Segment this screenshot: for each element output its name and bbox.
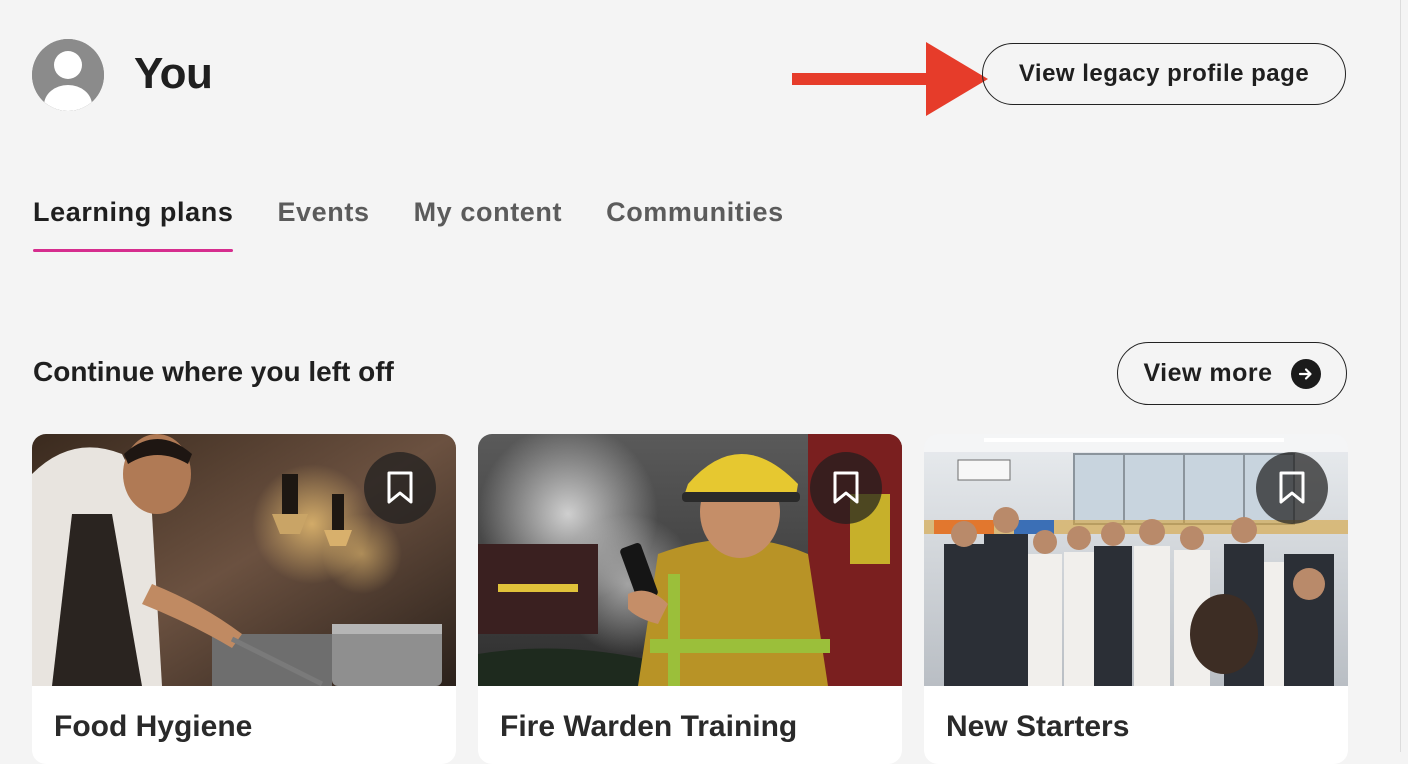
card-title: Fire Warden Training — [500, 710, 798, 743]
red-arrow-annotation-icon — [792, 42, 988, 116]
course-card-new-starters[interactable]: New Starters — [924, 434, 1348, 764]
page-title: You — [134, 49, 213, 98]
bookmark-icon[interactable] — [1256, 452, 1328, 524]
card-title: New Starters — [946, 710, 1130, 743]
profile-tabs: Learning plans Events My content Communi… — [33, 194, 828, 252]
view-more-button[interactable]: View more — [1117, 342, 1347, 405]
tab-my-content[interactable]: My content — [414, 194, 563, 252]
bookmark-icon[interactable] — [364, 452, 436, 524]
card-image-fire-warden — [478, 434, 902, 686]
course-card-food-hygiene[interactable]: Food Hygiene — [32, 434, 456, 764]
card-title: Food Hygiene — [54, 710, 253, 743]
section-title: Continue where you left off — [33, 356, 394, 387]
view-more-label: View more — [1143, 359, 1273, 387]
page-right-border — [1400, 0, 1401, 752]
bookmark-icon[interactable] — [810, 452, 882, 524]
tab-communities[interactable]: Communities — [606, 194, 784, 252]
card-image-chef — [32, 434, 456, 686]
tab-events[interactable]: Events — [277, 194, 369, 252]
view-legacy-profile-button[interactable]: View legacy profile page — [982, 43, 1346, 105]
tab-learning-plans[interactable]: Learning plans — [33, 194, 234, 252]
course-card-fire-warden-training[interactable]: Fire Warden Training — [478, 434, 902, 764]
arrow-right-circle-icon — [1290, 358, 1321, 389]
card-image-office-team — [924, 434, 1348, 686]
user-avatar-icon — [32, 39, 104, 111]
